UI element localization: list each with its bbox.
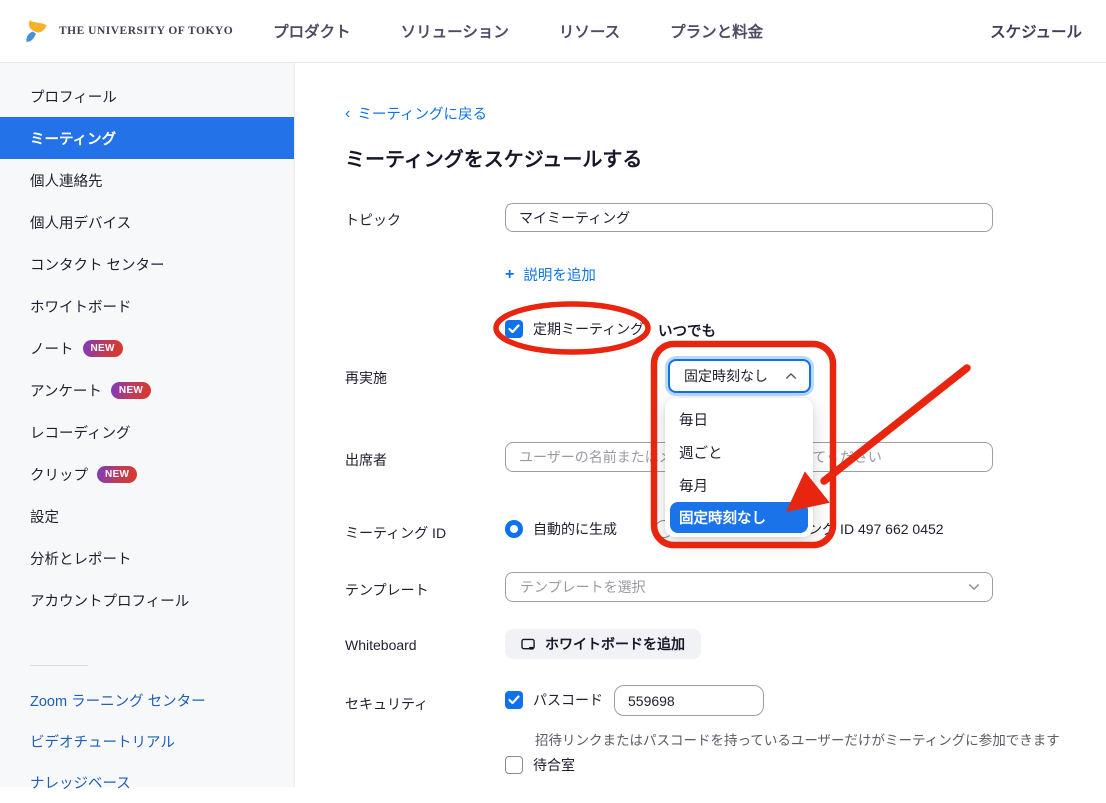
passcode-row: パスコード (505, 690, 603, 710)
top-navigation: プロダクト ソリューション リソース プランと料金 (273, 20, 763, 42)
sidebar-item-contact-center[interactable]: コンタクト センター (0, 243, 294, 285)
topic-label: トピック (345, 210, 401, 230)
sidebar-item-reports[interactable]: 分析とレポート (0, 537, 294, 579)
dropdown-option-daily[interactable]: 毎日 (665, 403, 813, 436)
sidebar-item-account-profile[interactable]: アカウントプロフィール (0, 579, 294, 621)
add-whiteboard-button[interactable]: ホワイトボードを追加 (505, 629, 701, 659)
plus-icon: + (505, 266, 514, 284)
schedule-link[interactable]: スケジュール (990, 20, 1082, 42)
security-label: セキュリティ (345, 694, 428, 714)
radio-auto-generate[interactable] (505, 520, 523, 538)
ginkgo-leaf-icon (24, 18, 51, 45)
dropdown-option-monthly[interactable]: 毎月 (665, 469, 813, 502)
logo-text: THE UNIVERSITY OF TOKYO (59, 25, 233, 37)
sidebar-item-meetings[interactable]: ミーティング (0, 117, 294, 159)
nav-products[interactable]: プロダクト (273, 20, 351, 42)
passcode-helper-text: 招待リンクまたはパスコードを持っているユーザーだけがミーティングに参加できます (535, 729, 1060, 749)
nav-plans-pricing[interactable]: プランと料金 (670, 20, 763, 42)
sidebar: プロフィール ミーティング 個人連絡先 個人用デバイス コンタクト センター ホ… (0, 63, 295, 787)
sidebar-item-surveys[interactable]: アンケート NEW (0, 369, 294, 411)
passcode-label: パスコード (533, 690, 603, 710)
topic-input[interactable] (505, 203, 993, 232)
nav-resources[interactable]: リソース (559, 20, 620, 42)
recurrence-dropdown: 毎日 週ごと 毎月 固定時刻なし (665, 398, 813, 537)
page-title: ミーティングをスケジュールする (345, 143, 642, 172)
attendees-label: 出席者 (345, 450, 387, 470)
whiteboard-icon (521, 638, 536, 651)
template-placeholder: テンプレートを選択 (520, 577, 646, 597)
sidebar-item-notes[interactable]: ノート NEW (0, 327, 294, 369)
link-video-tutorials[interactable]: ビデオチュートリアル (0, 721, 294, 762)
recurrence-label: 再実施 (345, 368, 387, 388)
waiting-room-label: 待合室 (533, 755, 575, 775)
main-content: ‹ ミーティングに戻る ミーティングをスケジュールする トピック + 説明を追加… (295, 63, 1106, 787)
new-badge: NEW (97, 466, 137, 483)
waiting-room-checkbox[interactable] (505, 756, 523, 774)
sidebar-item-recordings[interactable]: レコーディング (0, 411, 294, 453)
dropdown-option-no-fixed-time[interactable]: 固定時刻なし (670, 502, 808, 533)
meeting-id-label: ミーティング ID (345, 523, 446, 543)
recurring-meeting-row: 定期ミーティング (505, 319, 644, 339)
passcode-input[interactable] (614, 685, 764, 716)
recurring-schedule-text: いつでも (658, 320, 716, 341)
recurring-meeting-checkbox[interactable] (505, 320, 523, 338)
passcode-checkbox[interactable] (505, 691, 523, 709)
sidebar-divider (30, 665, 88, 666)
nav-solutions[interactable]: ソリューション (401, 20, 509, 42)
sidebar-item-whiteboard[interactable]: ホワイトボード (0, 285, 294, 327)
whiteboard-label: Whiteboard (345, 637, 417, 653)
sidebar-item-profile[interactable]: プロフィール (0, 75, 294, 117)
chevron-up-icon (785, 372, 797, 380)
recurrence-selected-value: 固定時刻なし (684, 366, 768, 386)
link-learning-center[interactable]: Zoom ラーニング センター (0, 680, 294, 721)
new-badge: NEW (111, 382, 151, 399)
new-badge: NEW (83, 340, 123, 357)
checkbox-check-icon (508, 324, 520, 334)
template-select[interactable]: テンプレートを選択 (505, 572, 993, 602)
sidebar-item-personal-devices[interactable]: 個人用デバイス (0, 201, 294, 243)
recurring-meeting-label: 定期ミーティング (533, 319, 644, 339)
back-chevron-icon: ‹ (345, 107, 350, 121)
template-label: テンプレート (345, 580, 429, 600)
recurrence-select[interactable]: 固定時刻なし (668, 359, 811, 393)
sidebar-item-settings[interactable]: 設定 (0, 495, 294, 537)
dropdown-option-weekly[interactable]: 週ごと (665, 436, 813, 469)
meeting-id-auto-option[interactable]: 自動的に生成 (505, 519, 617, 539)
sidebar-item-clips[interactable]: クリップ NEW (0, 453, 294, 495)
chevron-down-icon (968, 583, 980, 591)
link-knowledge-base[interactable]: ナレッジベース (0, 762, 294, 803)
sidebar-footer-links: Zoom ラーニング センター ビデオチュートリアル ナレッジベース (0, 680, 294, 803)
top-bar: THE UNIVERSITY OF TOKYO プロダクト ソリューション リソ… (0, 0, 1106, 63)
sidebar-item-personal-contacts[interactable]: 個人連絡先 (0, 159, 294, 201)
back-to-meetings-link[interactable]: ‹ ミーティングに戻る (345, 103, 487, 124)
checkbox-check-icon (508, 695, 520, 705)
university-logo[interactable]: THE UNIVERSITY OF TOKYO (24, 18, 233, 45)
waiting-room-row: 待合室 (505, 755, 575, 775)
add-description-link[interactable]: + 説明を追加 (505, 264, 596, 285)
